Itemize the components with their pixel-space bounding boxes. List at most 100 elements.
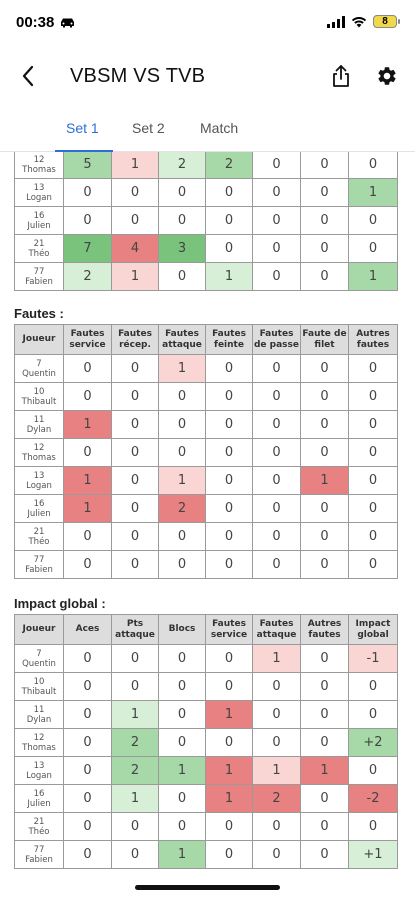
stat-cell: 0 (252, 382, 301, 411)
stat-cell: 0 (300, 438, 349, 467)
battery-icon: 8 (373, 15, 400, 28)
stat-cell: 0 (63, 438, 112, 467)
player-name: Logan (26, 480, 52, 491)
fautes-header-cell: Faute de filet (300, 324, 349, 355)
stat-cell: 0 (158, 382, 206, 411)
table-row: 77 Fabien 0 0 1 0 0 0 +1 (14, 840, 398, 869)
impact-table-body: 7 Quentin 0 0 0 0 1 0 -1 10 Thibault 0 0 0 0 0 0 0 11 Dylan… (14, 644, 398, 869)
stat-cell: 0 (300, 700, 349, 729)
player-cell: 12 Thomas (14, 438, 64, 467)
stat-cell: 0 (205, 550, 253, 579)
stat-cell: 0 (348, 812, 398, 841)
stat-cell: 0 (252, 262, 301, 291)
impact-header-cell: Joueur (14, 614, 64, 645)
stat-cell: 0 (158, 262, 206, 291)
table-row: 7 Quentin 0 0 1 0 0 0 0 (14, 354, 398, 383)
table-row: 21 Théo 7 4 3 0 0 0 0 (14, 234, 398, 263)
player-number: 7 (36, 358, 42, 369)
stat-cell: 0 (111, 812, 159, 841)
stat-cell: 0 (158, 522, 206, 551)
player-name: Dylan (26, 424, 52, 435)
fautes-table: Joueur Fautes service Fautes récep. Fautes … (14, 324, 398, 579)
stat-cell: 0 (252, 672, 301, 701)
player-number: 77 (33, 266, 45, 277)
stat-cell: 0 (205, 840, 253, 869)
stat-cell: 0 (205, 206, 253, 235)
stat-cell: 0 (158, 410, 206, 439)
stat-cell: 0 (300, 206, 349, 235)
stat-cell: 0 (300, 354, 349, 383)
stat-cell: 0 (205, 672, 253, 701)
tab-set-2[interactable]: Set 2 (132, 120, 165, 136)
stat-cell: 1 (158, 756, 206, 785)
stat-cell: 0 (63, 672, 112, 701)
stat-cell: 0 (348, 152, 398, 179)
player-number: 7 (36, 648, 42, 659)
fautes-header-row: Joueur Fautes service Fautes récep. Fautes … (14, 324, 398, 355)
stat-cell: 0 (348, 672, 398, 701)
player-number: 13 (33, 470, 45, 481)
stat-cell: 2 (205, 152, 253, 179)
stat-cell: 0 (252, 438, 301, 467)
stat-cell: 0 (300, 234, 349, 263)
player-cell: 77 Fabien (14, 840, 64, 869)
stat-cell: 0 (158, 550, 206, 579)
impact-table-header: Joueur Aces Pts attaque Blocs Fautes service… (14, 614, 398, 645)
stat-cell: 0 (111, 206, 159, 235)
player-number: 77 (33, 844, 45, 855)
player-cell: 7 Quentin (14, 644, 64, 673)
stat-cell: 1 (158, 466, 206, 495)
stat-cell: 0 (300, 494, 349, 523)
player-cell: 10 Thibault (14, 672, 64, 701)
stat-cell: 0 (300, 784, 349, 813)
stat-cell: 0 (205, 234, 253, 263)
stat-cell: 1 (158, 354, 206, 383)
stat-cell: 0 (63, 756, 112, 785)
stat-cell: 0 (300, 262, 349, 291)
stat-cell: 7 (63, 234, 112, 263)
stat-cell: 1 (205, 700, 253, 729)
stat-cell: 0 (111, 672, 159, 701)
stat-cell: 0 (205, 354, 253, 383)
fautes-header-cell: Fautes attaque (158, 324, 206, 355)
player-name: Logan (26, 192, 52, 203)
battery-level: 8 (382, 16, 388, 27)
stats-content[interactable]: 12 Thomas 5 1 2 2 0 0 0 13 Logan 0 0 0 0 0 0 1 16 Julien 0 0 0… (14, 152, 399, 882)
tab-set-1[interactable]: Set 1 (66, 120, 99, 136)
stat-cell: 0 (63, 550, 112, 579)
stat-cell: 0 (158, 206, 206, 235)
stat-cell: 0 (158, 812, 206, 841)
player-name: Quentin (22, 658, 56, 669)
tab-match[interactable]: Match (200, 120, 238, 136)
stat-cell: 0 (63, 812, 112, 841)
stat-cell: 0 (300, 728, 349, 757)
stat-cell: 1 (205, 756, 253, 785)
settings-button[interactable] (373, 62, 401, 90)
stat-cell: 0 (300, 550, 349, 579)
stat-cell: 1 (300, 466, 349, 495)
status-time: 00:38 (16, 14, 55, 31)
stat-cell: 0 (300, 152, 349, 179)
player-name: Logan (26, 770, 52, 781)
player-number: 16 (33, 498, 45, 509)
player-name: Théo (28, 248, 50, 259)
stat-cell: 0 (63, 178, 112, 207)
fautes-table-body: 7 Quentin 0 0 1 0 0 0 0 10 Thibault 0 0 0 0 0 0 0 11 Dylan 1… (14, 354, 398, 579)
impact-header-cell: Pts attaque (111, 614, 159, 645)
player-name: Thibault (21, 396, 57, 407)
stat-cell: 0 (252, 234, 301, 263)
share-button[interactable] (327, 62, 355, 90)
player-name: Thomas (22, 164, 56, 175)
stat-cell: 1 (63, 494, 112, 523)
wifi-icon (351, 16, 367, 27)
stat-cell: 0 (63, 700, 112, 729)
stat-cell: 0 (348, 700, 398, 729)
table-row: 16 Julien 0 1 0 1 2 0 -2 (14, 784, 398, 813)
table-row: 7 Quentin 0 0 0 0 1 0 -1 (14, 644, 398, 673)
signal-icon (327, 15, 345, 28)
player-cell: 16 Julien (14, 206, 64, 235)
stat-cell: 0 (252, 522, 301, 551)
stat-cell: 2 (111, 728, 159, 757)
back-button[interactable] (14, 62, 42, 90)
player-number: 16 (33, 788, 45, 799)
